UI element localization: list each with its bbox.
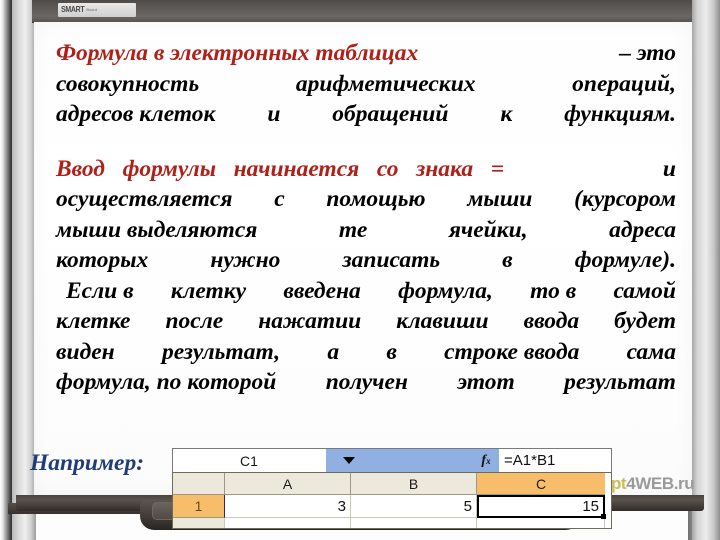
entry-word: ввода <box>523 308 580 335</box>
entry-line-1: Ввод формулы начинается со знака = и <box>56 154 676 185</box>
definition-word: адресов клеток <box>56 101 216 128</box>
row-header-partial[interactable] <box>173 518 225 528</box>
entry-word: то в <box>530 277 577 304</box>
slide-screen: SMART Board Формула в электронных таблиц… <box>0 0 720 540</box>
entry-word: в <box>386 338 397 365</box>
entry-word: а <box>327 338 340 365</box>
cell-c1-value: 15 <box>582 498 599 515</box>
excel-widget: C1 fx =A1*B1 A B C 1 3 5 15 <box>172 448 612 529</box>
entry-line-6: клетке после нажатии клавиши ввода будет <box>56 306 676 337</box>
smart-board-logo: SMART Board <box>58 3 136 17</box>
formula-bar-spacer <box>372 449 473 472</box>
entry-line-8: формула, по которой получен этот результ… <box>56 367 676 398</box>
example-row: Например: <box>30 446 144 476</box>
paragraph-definition: Формула в электронных таблицах – это сов… <box>56 38 676 130</box>
select-all-corner[interactable] <box>173 473 225 495</box>
entry-word: клетку <box>170 277 247 304</box>
entry-word: (курсором <box>574 186 676 213</box>
entry-word: мыши <box>467 186 533 213</box>
entry-word: которых <box>56 247 149 274</box>
entry-line-3: мыши выделяются те ячейки, адреса <box>56 215 676 246</box>
fill-handle[interactable] <box>601 514 606 519</box>
cell-c1[interactable]: 15 <box>477 495 606 519</box>
entry-word: введена <box>283 277 361 304</box>
entry-word: будет <box>614 308 676 335</box>
entry-word: формуле). <box>574 247 676 274</box>
fx-icon[interactable]: fx <box>473 449 499 472</box>
watermark-part-2: 4WEB.ru <box>626 474 695 493</box>
column-header-b[interactable]: B <box>351 473 477 495</box>
entry-line-5: Если в клетку введена формула, то в само… <box>56 276 676 307</box>
entry-highlight: Ввод формулы начинается со знака = <box>56 155 505 182</box>
entry-word: Если в <box>66 277 134 304</box>
entry-word: формула, <box>398 277 493 304</box>
entry-word: сама <box>626 338 676 365</box>
definition-word: функциям. <box>564 101 676 128</box>
board-right-frame <box>692 0 720 540</box>
column-header-row: A B C <box>173 473 611 495</box>
cell-c2[interactable] <box>477 518 605 528</box>
smart-logo-text: SMART <box>61 5 85 15</box>
definition-word: к <box>500 101 513 128</box>
definition-line-2: совокупность арифметических операций, <box>56 69 676 100</box>
definition-line-1-tail: – это <box>613 40 676 66</box>
definition-highlight: Формула в электронных таблицах <box>56 40 419 66</box>
entry-line-7: виден результат, а в строке ввода сама <box>56 337 676 368</box>
entry-word: результат, <box>161 338 281 365</box>
excel-grid: A B C 1 3 5 15 <box>172 472 612 529</box>
smart-logo-subtext: Board <box>86 7 98 12</box>
entry-word: этот <box>457 369 515 396</box>
excel-formula-bar: C1 fx =A1*B1 <box>172 448 612 472</box>
cell-a1[interactable]: 3 <box>225 495 351 518</box>
entry-word: строке ввода <box>444 338 580 365</box>
definition-line-1: Формула в электронных таблицах – это <box>56 38 676 69</box>
cell-a2[interactable] <box>225 518 351 528</box>
column-header-c[interactable]: C <box>477 473 605 495</box>
entry-line-4: которых нужно записать в формуле). <box>56 245 676 276</box>
entry-word: клавиши <box>396 308 489 335</box>
row-header-1[interactable]: 1 <box>173 495 225 518</box>
definition-word: совокупность <box>56 70 200 97</box>
table-row: 1 3 5 15 <box>173 495 611 519</box>
definition-word: арифметических <box>295 70 476 97</box>
entry-line-2: осуществляется с помощью мыши (курсором <box>56 184 676 215</box>
entry-word: те <box>338 216 368 243</box>
entry-word: нужно <box>210 247 281 274</box>
entry-word: с <box>274 186 285 213</box>
definition-line-3: адресов клеток и обращений к функциям. <box>56 99 676 130</box>
entry-word: осуществляется <box>56 186 233 213</box>
example-label: Например: <box>30 450 145 476</box>
watermark: Ppt4WEB.ru <box>600 474 695 494</box>
column-header-a[interactable]: A <box>225 473 351 495</box>
entry-word: нажатии <box>258 308 362 335</box>
entry-line-1-tail: и <box>651 155 676 182</box>
entry-word: клетке <box>56 308 131 335</box>
formula-input[interactable]: =A1*B1 <box>499 449 611 472</box>
chevron-down-icon <box>343 457 355 464</box>
slide-content: Формула в электронных таблицах – это сов… <box>56 38 676 398</box>
entry-word: самой <box>613 277 676 304</box>
entry-word: виден <box>56 338 115 365</box>
definition-word: обращений <box>332 101 449 128</box>
name-box-dropdown-button[interactable] <box>326 449 372 472</box>
entry-word: помощью <box>326 186 426 213</box>
table-row-partial <box>173 518 611 528</box>
entry-word: ячейки, <box>448 216 528 243</box>
definition-word: операций, <box>572 70 676 97</box>
definition-word: и <box>267 101 281 128</box>
entry-word: результат <box>564 369 676 396</box>
entry-word: мыши выделяются <box>56 216 258 243</box>
entry-word: получен <box>325 369 408 396</box>
entry-word: формула, по которой <box>56 369 277 396</box>
entry-word: записать <box>342 247 441 274</box>
entry-word: в <box>502 247 513 274</box>
cell-b1[interactable]: 5 <box>351 495 477 518</box>
paragraph-entry: Ввод формулы начинается со знака = и осу… <box>56 154 676 398</box>
cell-b2[interactable] <box>351 518 477 528</box>
entry-word: адреса <box>609 216 676 243</box>
name-box[interactable]: C1 <box>173 449 326 472</box>
board-top-bar: SMART Board <box>32 0 692 23</box>
entry-word: после <box>165 308 224 335</box>
